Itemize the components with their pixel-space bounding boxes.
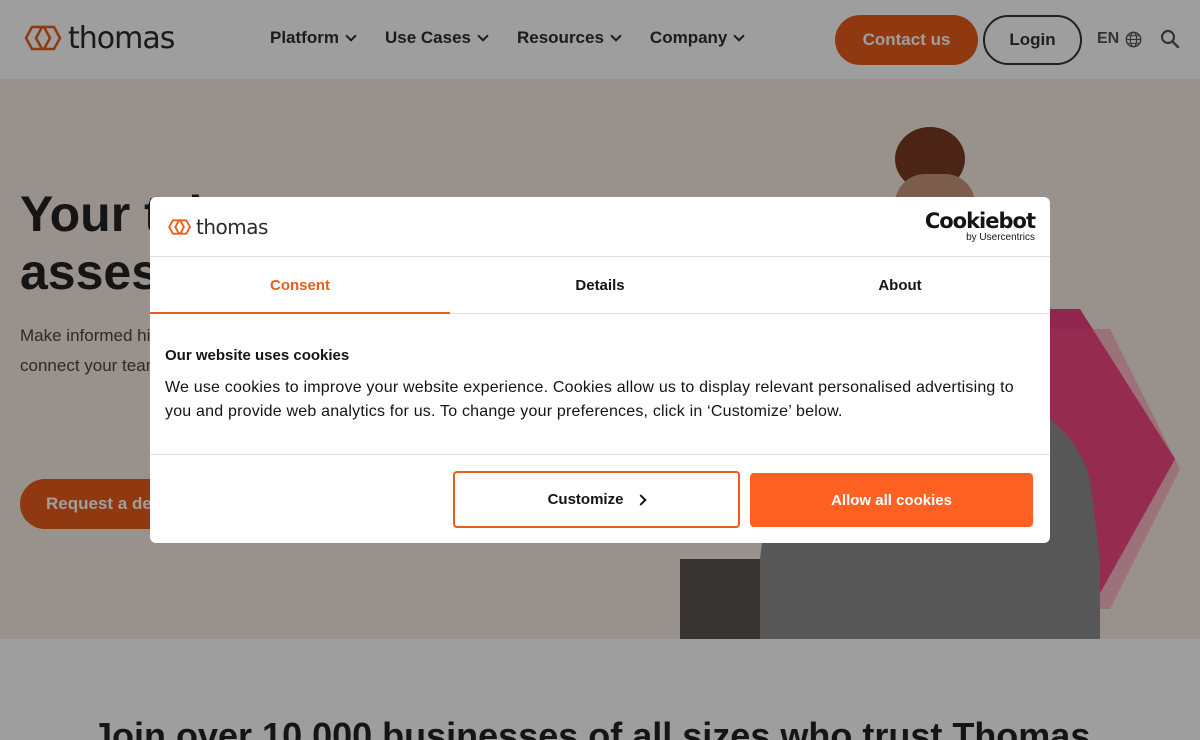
dialog-heading: Our website uses cookies <box>165 347 350 364</box>
customize-label: Customize <box>547 491 624 508</box>
chevron-right-icon <box>635 493 648 506</box>
allow-all-cookies-button[interactable]: Allow all cookies <box>750 473 1033 527</box>
tab-about[interactable]: About <box>750 257 1050 313</box>
dialog-thomas-logo: thomas <box>165 215 268 239</box>
cookiebot-sub: by Usercentrics <box>966 232 1035 243</box>
cookiebot-name: Cookiebot <box>924 209 1036 233</box>
tab-consent[interactable]: Consent <box>150 257 450 314</box>
customize-button[interactable]: Customize <box>453 471 740 528</box>
dialog-footer: Customize Allow all cookies <box>150 454 1050 543</box>
cookie-consent-dialog: thomas Cookiebot by Usercentrics Consent… <box>150 197 1050 543</box>
cookiebot-logo[interactable]: Cookiebot by Usercentrics <box>924 209 1036 243</box>
dialog-logo-text: thomas <box>196 215 268 239</box>
dialog-text: We use cookies to improve your website e… <box>165 379 1014 420</box>
tab-details[interactable]: Details <box>450 257 750 313</box>
dialog-body: Our website uses cookies We use cookies … <box>165 347 1035 424</box>
dialog-header: thomas Cookiebot by Usercentrics <box>150 197 1050 257</box>
dialog-tabs: Consent Details About <box>150 257 1050 314</box>
thomas-logo-icon <box>168 219 192 235</box>
